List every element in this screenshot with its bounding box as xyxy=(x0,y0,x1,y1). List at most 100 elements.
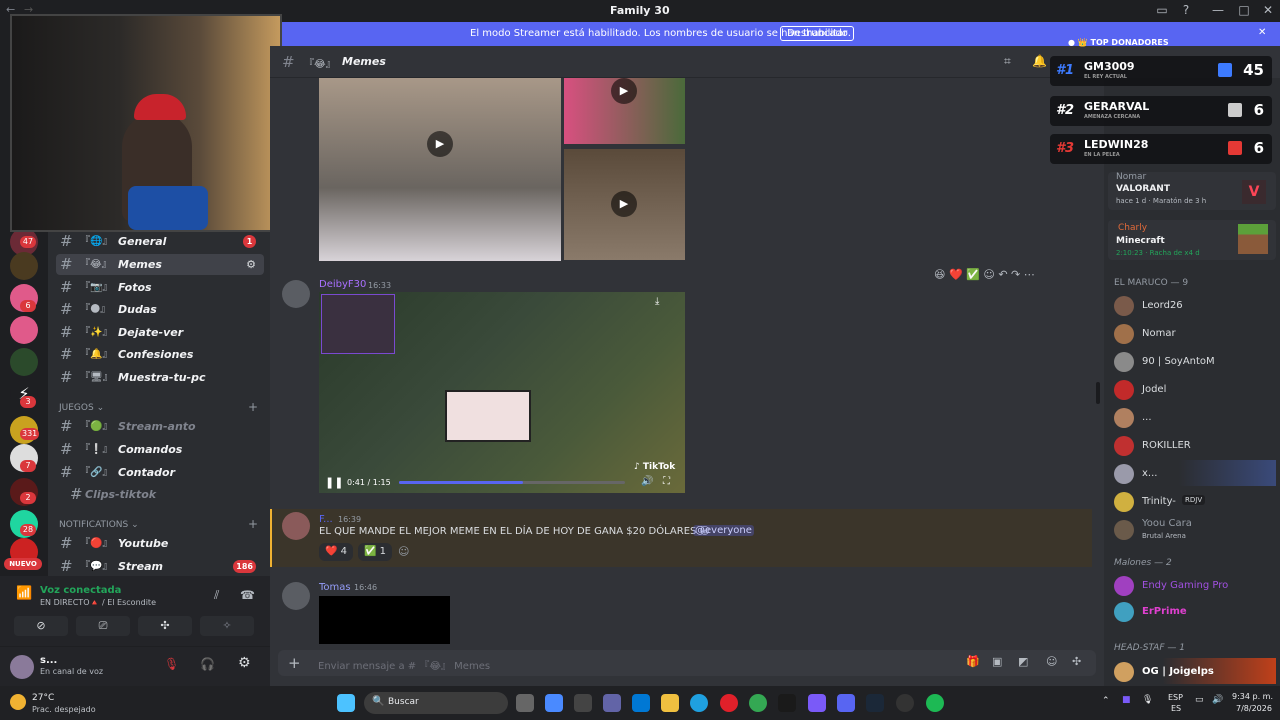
emoji-icon[interactable]: ☺ xyxy=(1046,655,1057,668)
store-icon[interactable] xyxy=(632,694,650,712)
chevron-up-icon[interactable]: ⌃ xyxy=(1102,696,1110,706)
sticker-icon[interactable]: ◩ xyxy=(1018,655,1028,668)
member-item[interactable]: 90 | SoyAntoM xyxy=(1114,348,1276,374)
category-notifications[interactable]: NOTIFICATIONS ⌄ xyxy=(59,520,139,530)
message-author[interactable]: F... xyxy=(319,514,333,525)
gift-icon[interactable]: 🎁 xyxy=(966,655,980,668)
channel-item-fotos[interactable]: # 『📷』 Fotos xyxy=(56,277,264,298)
channel-item-muestra-tu-pc[interactable]: # 『🖥』 Muestra-tu-pc xyxy=(56,367,264,388)
channel-item-stream-anto[interactable]: # 『🟢』 Stream-anto xyxy=(56,416,264,437)
search-box[interactable]: 🔍 Buscar xyxy=(364,692,508,714)
opera-icon[interactable] xyxy=(720,694,738,712)
avatar[interactable] xyxy=(10,655,34,679)
edge-icon[interactable] xyxy=(690,694,708,712)
steam-icon[interactable] xyxy=(866,694,884,712)
minimize-button[interactable]: — xyxy=(1208,3,1228,19)
disconnect-icon[interactable]: ☎ xyxy=(240,588,255,602)
teams-icon[interactable] xyxy=(603,694,621,712)
member-item[interactable]: ROKILLER xyxy=(1114,432,1276,458)
close-button[interactable]: ✕ xyxy=(1258,3,1278,19)
message-author[interactable]: DeibyF30 xyxy=(319,279,366,290)
channel-item-contador[interactable]: # 『🔗』 Contador xyxy=(56,462,264,483)
app-icon[interactable] xyxy=(778,694,796,712)
gif-icon[interactable]: ▣ xyxy=(992,655,1002,668)
apps-icon[interactable]: ✣ xyxy=(1072,655,1081,668)
message-composer[interactable]: + Enviar mensaje a # 『😂』 Memes 🎁 ▣ ◩ ☺ ✣ xyxy=(278,650,1096,676)
volume-icon[interactable]: 🔊 xyxy=(641,476,653,487)
volume-icon[interactable]: 🔊 xyxy=(1212,695,1223,705)
bell-icon[interactable]: 🔔 xyxy=(1032,54,1047,68)
fullscreen-icon[interactable]: ⛶ xyxy=(663,476,670,487)
activity-card[interactable]: Charly Minecraft 2:10:23 · Racha de x4 d xyxy=(1108,220,1276,260)
channel-item-dudas[interactable]: # 『🌑』 Dudas xyxy=(56,299,264,320)
screen-share-button[interactable]: ⎚ xyxy=(76,616,130,636)
help-icon[interactable]: ? xyxy=(1176,3,1196,19)
category-juegos[interactable]: JUEGOS ⌄ xyxy=(59,403,104,413)
copilot-icon[interactable] xyxy=(545,694,563,712)
avatar[interactable] xyxy=(282,512,310,540)
reaction-heart[interactable]: ❤️ 4 xyxy=(319,543,353,561)
explorer-icon[interactable] xyxy=(661,694,679,712)
message-author[interactable]: Tomas xyxy=(319,582,351,593)
close-icon[interactable]: ✕ xyxy=(1258,27,1266,38)
maximize-button[interactable]: □ xyxy=(1234,3,1254,19)
video-thumbnail[interactable]: ▶ xyxy=(564,78,685,144)
user-settings-icon[interactable]: ⚙ xyxy=(238,655,251,671)
user-name[interactable]: s... xyxy=(40,655,57,666)
pause-icon[interactable]: ❚❚ xyxy=(325,476,343,489)
member-item[interactable]: OG | Joigelps xyxy=(1114,658,1276,684)
start-button[interactable] xyxy=(337,694,355,712)
channel-item-clips-tiktok[interactable]: # Clips-tiktok xyxy=(56,484,264,505)
message-toolbar[interactable]: 😆 ❤️ ✅ ☺ ↶ ↷ ⋯ xyxy=(934,268,1035,281)
activities-button[interactable]: ✣ xyxy=(138,616,192,636)
microphone-icon[interactable]: 🎙 xyxy=(1142,695,1153,705)
channel-item-confesiones[interactable]: # 『🔔』 Confesiones xyxy=(56,344,264,365)
activity-card[interactable]: Nomar VALORANT hace 1 d · Maratón de 3 h… xyxy=(1108,172,1276,210)
camera-button[interactable]: ⊘ xyxy=(14,616,68,636)
play-icon[interactable]: ▶ xyxy=(611,78,637,104)
voice-detail[interactable]: EN DIRECTO🔺 / El Escondite xyxy=(40,598,156,607)
threads-icon[interactable]: ⌗ xyxy=(1004,54,1011,69)
channel-item-general[interactable]: # 『🌐』 General 1 xyxy=(56,231,264,252)
network-icon[interactable]: ▭ xyxy=(1195,695,1204,705)
avatar[interactable] xyxy=(282,582,310,610)
channel-item-stream[interactable]: # 『💬』 Stream 186 xyxy=(56,556,264,577)
avatar[interactable] xyxy=(282,280,310,308)
member-item[interactable]: Endy Gaming Pro xyxy=(1114,572,1276,598)
play-icon[interactable]: ▶ xyxy=(427,131,453,157)
upload-icon[interactable]: + xyxy=(288,654,301,672)
settings-icon[interactable]: ⚙ xyxy=(246,254,256,275)
play-icon[interactable]: ▶ xyxy=(611,191,637,217)
add-reaction-icon[interactable]: ☺ xyxy=(398,545,409,558)
download-icon[interactable]: ⤓ xyxy=(655,296,659,307)
noise-suppression-icon[interactable]: ⫽ xyxy=(214,588,219,603)
member-item[interactable]: Jodel xyxy=(1114,376,1276,402)
video-thumbnail[interactable]: ▶ xyxy=(319,78,561,261)
video-player[interactable]: ⤓ ♪ TikTok ❚❚ 0:41 / 1:15 🔊 ⛶ xyxy=(319,292,685,493)
member-item[interactable]: Trinity- RDJV xyxy=(1114,488,1276,514)
weather-icon[interactable] xyxy=(10,694,26,710)
chrome-icon[interactable] xyxy=(749,694,767,712)
soundboard-button[interactable]: ✧ xyxy=(200,616,254,636)
server-icon[interactable] xyxy=(10,348,38,376)
taskview-icon[interactable] xyxy=(516,694,534,712)
app-icon[interactable] xyxy=(574,694,592,712)
server-icon[interactable] xyxy=(10,252,38,280)
mute-icon[interactable]: 🎙 xyxy=(164,657,179,671)
weather-temp[interactable]: 27°C xyxy=(32,693,54,703)
inbox-icon[interactable]: ▭ xyxy=(1152,3,1172,19)
video-thumbnail[interactable] xyxy=(319,596,450,644)
clock-time[interactable]: 9:34 p. m. xyxy=(1232,692,1273,701)
reaction-check[interactable]: ✅ 1 xyxy=(358,543,392,561)
spotify-icon[interactable] xyxy=(926,694,944,712)
add-channel-icon[interactable]: + xyxy=(248,400,258,414)
channel-item-youtube[interactable]: # 『🔴』 Youtube xyxy=(56,533,264,554)
video-thumbnail[interactable]: ▶ xyxy=(564,149,685,260)
app-icon[interactable] xyxy=(896,694,914,712)
app-icon[interactable] xyxy=(808,694,826,712)
member-item[interactable]: Leord26 xyxy=(1114,292,1276,318)
channel-item-dejate-ver[interactable]: # 『✨』 Dejate-ver xyxy=(56,322,264,343)
scrollbar-thumb[interactable] xyxy=(1096,382,1100,404)
disable-button[interactable]: Deshabilitar xyxy=(780,26,855,41)
member-item[interactable]: Yoou Cara Brutal Arena xyxy=(1114,516,1276,542)
